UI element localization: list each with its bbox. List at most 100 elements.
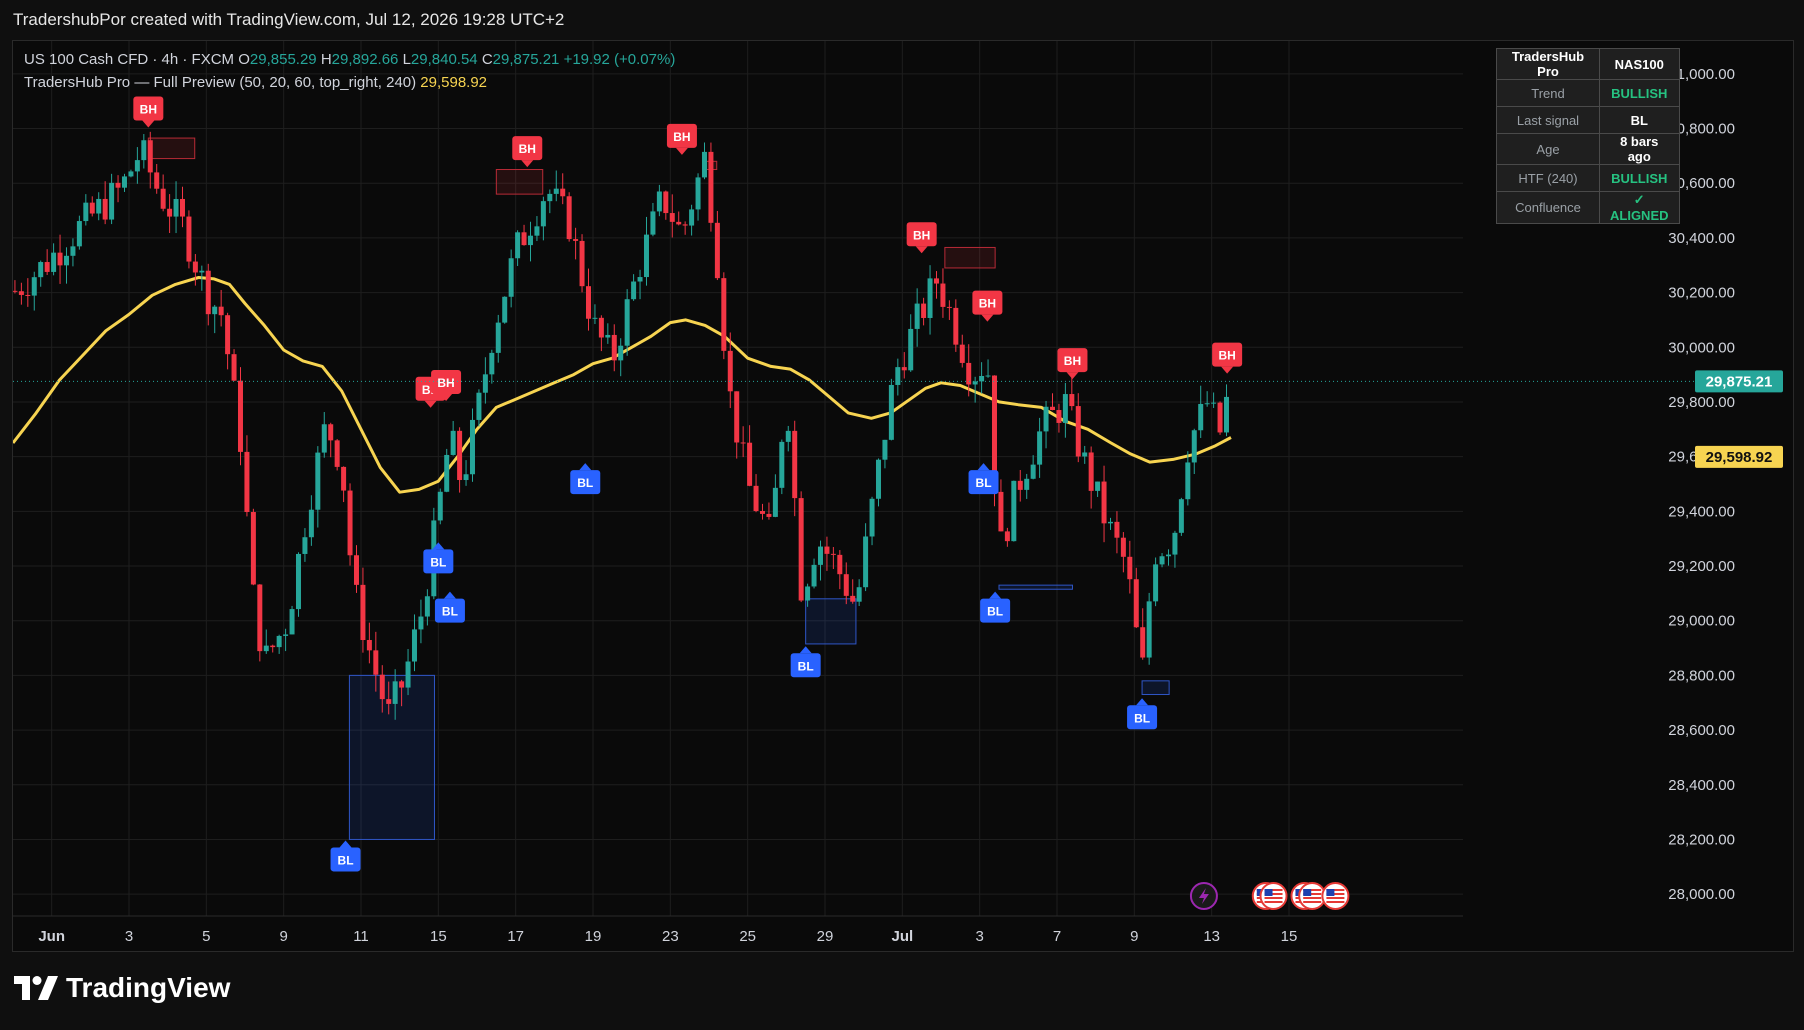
candle-down <box>759 510 765 514</box>
event-circle <box>1321 882 1350 910</box>
candle-up <box>315 452 321 510</box>
candle-down <box>160 188 166 209</box>
info-value: BL <box>1599 106 1680 134</box>
candle-down <box>1101 481 1107 524</box>
signal-pointer <box>989 591 1002 599</box>
candle-up <box>308 509 314 538</box>
candle-down <box>830 553 836 555</box>
change-value: +19.92 (+0.07%) <box>563 51 676 68</box>
brand-name: TradingView <box>66 972 231 1003</box>
candle-down <box>328 424 334 441</box>
price-tick-label: 29,000.00 <box>1668 613 1735 630</box>
price-tick-label: 30,000.00 <box>1668 339 1735 356</box>
indicator-value: 29,598.92 <box>420 74 488 91</box>
candle-down <box>521 232 527 246</box>
candle-down <box>598 317 604 338</box>
candle-down <box>792 430 798 499</box>
signal-pointer <box>799 646 812 654</box>
candle-up <box>463 474 469 481</box>
candle-down <box>244 451 250 513</box>
signal-text: BL <box>338 853 354 867</box>
signal-text: BH <box>673 130 690 144</box>
candle-up <box>985 375 991 377</box>
flag-canton <box>1264 889 1273 896</box>
candle-up <box>276 635 282 648</box>
price-tick-label: 28,400.00 <box>1668 777 1735 794</box>
candle-up <box>1211 402 1217 404</box>
candle-down <box>205 270 211 315</box>
symbol-name: US 100 Cash CFD · 4h · FXCM <box>24 51 235 68</box>
candle-down <box>457 430 463 481</box>
time-tick-label: 5 <box>202 928 210 945</box>
candle-down <box>1120 537 1126 557</box>
candle-down <box>1069 394 1075 407</box>
candle-up <box>121 176 127 188</box>
candle-down <box>1127 556 1133 580</box>
time-tick-label: 13 <box>1203 928 1220 945</box>
candle-up <box>515 232 521 259</box>
candle-up <box>643 234 649 278</box>
info-value: BULLISH <box>1599 79 1680 107</box>
candle-up <box>469 419 475 475</box>
candle-down <box>940 283 946 307</box>
candle-up <box>785 430 791 442</box>
candle-down <box>560 188 566 197</box>
signal-pointer <box>981 314 994 322</box>
candle-up <box>1024 478 1030 490</box>
candle-up <box>134 160 140 172</box>
bullish-zone-box <box>348 674 435 840</box>
candle-up <box>817 546 823 565</box>
us-flag-icon[interactable] <box>1298 882 1327 910</box>
signal-pointer <box>675 147 688 155</box>
tradingview-brand[interactable]: TradingView <box>14 972 230 1004</box>
price-tick-label: 29,800.00 <box>1668 394 1735 411</box>
candle-down <box>946 306 952 308</box>
info-table-title: TradersHub Pro <box>1496 48 1600 80</box>
candle-up <box>31 277 37 296</box>
signal-text: BL <box>976 476 992 490</box>
signal-pointer <box>339 840 352 848</box>
bl-signal-label: BL <box>790 646 821 678</box>
candle-up <box>482 374 488 393</box>
time-tick-label: 9 <box>279 928 287 945</box>
bh-signal-label: BH <box>666 123 697 155</box>
event-icons <box>1189 882 1350 910</box>
candle-up <box>495 322 501 353</box>
candle-down <box>753 485 759 511</box>
candle-up <box>1082 452 1088 457</box>
bh-signal-label: BH <box>1057 348 1088 380</box>
candle-down <box>154 172 160 189</box>
info-value: ✓ ALIGNED <box>1599 191 1680 224</box>
candle-up <box>979 376 985 382</box>
flag-stripe <box>1326 901 1345 903</box>
signal-info-table: TradersHub Pro NAS100 Trend BULLISH Last… <box>1496 48 1680 224</box>
info-row-age: Age 8 bars ago <box>1496 133 1680 165</box>
signal-text: BH <box>1218 349 1235 363</box>
us-flag-icon[interactable] <box>1321 882 1350 910</box>
bl-signal-label: BL <box>1127 698 1158 730</box>
price-tick-label: 30,400.00 <box>1668 230 1735 247</box>
candle-up <box>1037 431 1043 465</box>
candle-down <box>257 584 263 652</box>
candle-up <box>624 299 630 346</box>
candle-down <box>218 306 224 316</box>
price-tick-label: 29,400.00 <box>1668 503 1735 520</box>
lightning-icon[interactable] <box>1189 882 1218 910</box>
price-tick-label: 28,000.00 <box>1668 886 1735 903</box>
info-row-last-signal: Last signal BL <box>1496 106 1680 134</box>
candle-down <box>579 240 585 287</box>
candle-down <box>179 198 185 217</box>
indicator-name[interactable]: TradersHub Pro — Full Preview (50, 20, 6… <box>24 74 416 91</box>
candle-up <box>212 306 218 315</box>
candle-down <box>250 512 256 585</box>
close-label: C <box>481 51 493 68</box>
us-flag-icon[interactable] <box>1259 882 1288 910</box>
candle-down <box>386 699 392 704</box>
candle-down <box>1088 452 1094 491</box>
candle-up <box>637 277 643 282</box>
candle-down <box>18 291 24 295</box>
candle-up <box>540 201 546 227</box>
candle-up <box>908 328 914 371</box>
candle-down <box>721 278 727 351</box>
signal-markers: BHBHBHBHBHBHBHBH BHBLBLBLBLBLBLBLBL <box>133 96 1243 872</box>
